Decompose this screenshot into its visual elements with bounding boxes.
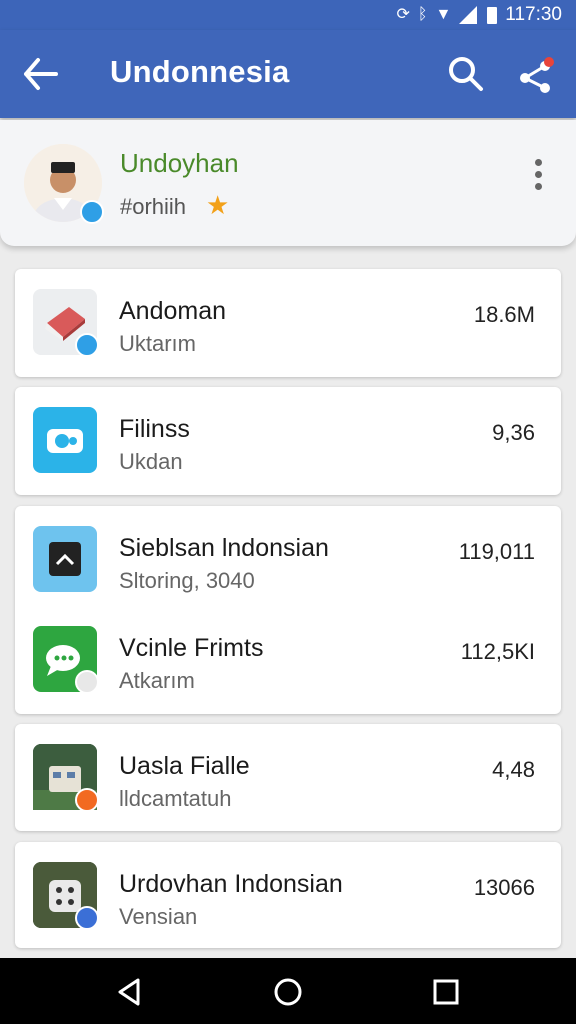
item-value: 13066 (473, 875, 535, 900)
item-subtitle: Atkarım (119, 668, 195, 693)
battery-icon (487, 6, 498, 24)
item-title: Sieblsan lndonsian (119, 534, 329, 562)
wifi-icon: ▼ (435, 6, 452, 23)
item-value: 119,011 (458, 539, 535, 564)
list-card: Andoman Uktarım 18.6M (15, 269, 561, 377)
profile-card[interactable]: Undoyhan #orhiih ★ (0, 120, 576, 246)
arrow-back-icon[interactable] (22, 56, 60, 92)
item-value: 112,5KI (460, 639, 535, 664)
avatar[interactable] (24, 144, 104, 224)
status-bar: ⟳ ᛒ ▼ 117:30 (0, 0, 576, 30)
app-icon (33, 407, 97, 473)
item-subtitle: Sltoring, 3040 (119, 568, 255, 593)
list-card: Uasla Fialle lldcamtatuh 4,48 (15, 724, 561, 831)
badge-icon (75, 333, 99, 357)
item-subtitle: Ukdan (119, 449, 183, 474)
item-subtitle: Uktarım (119, 331, 196, 356)
share-icon[interactable] (515, 54, 557, 96)
list-item[interactable]: Andoman Uktarım 18.6M (15, 269, 561, 373)
item-title: Andoman (119, 297, 227, 325)
profile-name: Undoyhan (120, 148, 239, 178)
app-icon (33, 626, 99, 694)
list-card: Filinss Ukdan 9,36 (15, 387, 561, 495)
app-icon (33, 289, 99, 357)
signal-icon (459, 6, 478, 24)
more-vertical-icon[interactable] (524, 156, 552, 196)
item-title: Filinss (119, 415, 190, 443)
camera-icon (47, 429, 83, 453)
badge-icon (75, 906, 99, 930)
app-icon (33, 526, 97, 592)
list-card: Sieblsan lndonsian Sltoring, 3040 119,01… (15, 506, 561, 714)
circle-home-icon[interactable] (272, 976, 304, 1008)
item-subtitle: Vensian (119, 904, 198, 929)
page-title: Undonnesia (110, 54, 290, 89)
app-icon (33, 744, 99, 812)
navigation-bar (0, 958, 576, 1024)
list-item[interactable]: Filinss Ukdan 9,36 (15, 387, 561, 491)
list-item[interactable]: Uasla Fialle lldcamtatuh 4,48 (15, 724, 561, 828)
item-title: Urdovhan Indonsian (119, 870, 343, 898)
badge-icon (75, 788, 99, 812)
list-card: Urdovhan Indonsian Vensian 13066 (15, 842, 561, 948)
star-icon[interactable]: ★ (206, 192, 229, 218)
badge-icon (75, 670, 99, 694)
square-recents-icon[interactable] (430, 976, 462, 1008)
list-item[interactable]: Sieblsan lndonsian Sltoring, 3040 119,01… (15, 506, 561, 610)
sync-icon: ⟳ (396, 6, 410, 23)
bluetooth-icon: ᛒ (417, 6, 428, 23)
list-item[interactable]: Vcinle Frimts Atkarım 112,5KI (15, 606, 561, 710)
item-value: 9,36 (492, 420, 535, 445)
search-icon[interactable] (446, 54, 486, 94)
profile-handle: #orhiih (120, 194, 187, 219)
document-icon (49, 542, 81, 576)
triangle-back-icon[interactable] (114, 976, 146, 1008)
app-icon (33, 862, 99, 930)
app-bar: Undonnesia (0, 30, 576, 118)
item-title: Uasla Fialle (119, 752, 250, 780)
list-item[interactable]: Urdovhan Indonsian Vensian 13066 (15, 842, 561, 946)
item-value: 4,48 (492, 757, 535, 782)
status-time: 117:30 (505, 4, 562, 25)
item-subtitle: lldcamtatuh (119, 786, 232, 811)
item-value: 18.6M (473, 302, 535, 327)
verified-badge-icon (80, 200, 104, 224)
item-title: Vcinle Frimts (119, 634, 264, 662)
